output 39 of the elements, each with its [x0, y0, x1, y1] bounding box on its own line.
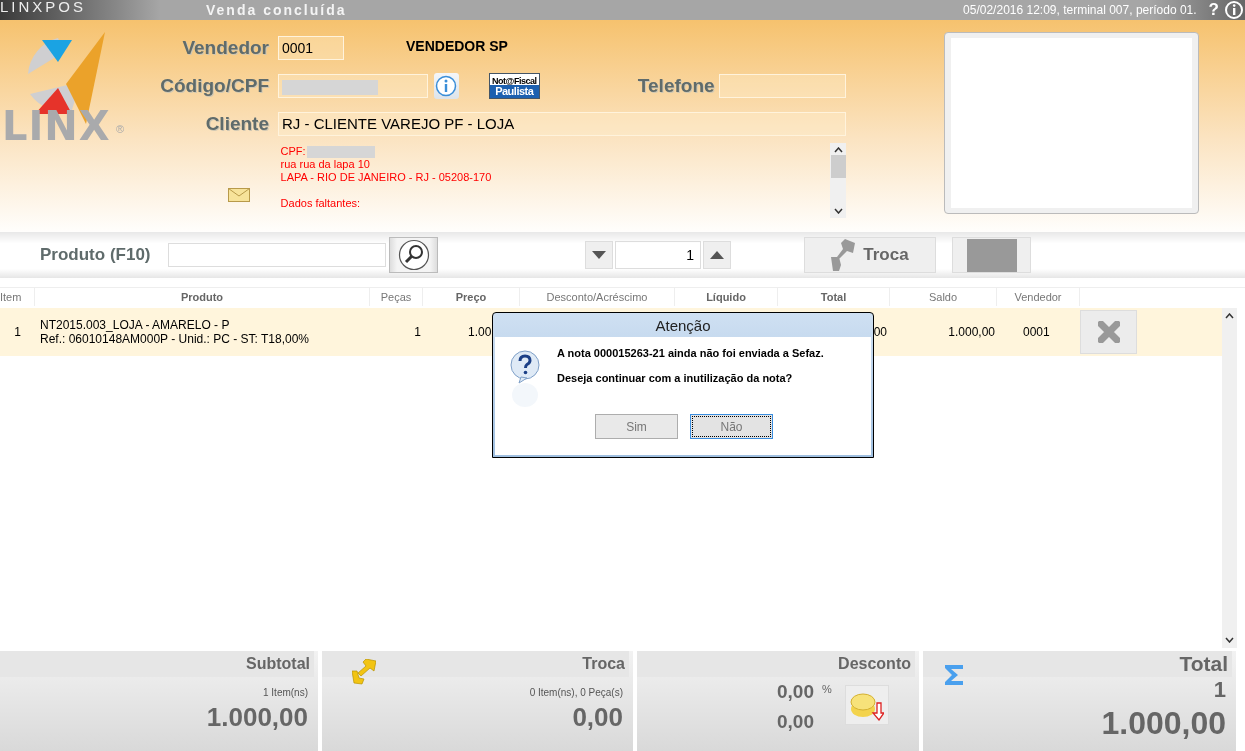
table-cell: 1: [414, 325, 421, 339]
status-text: 05/02/2016 12:09, terminal 007, período 01.: [963, 3, 1197, 17]
table-cell: 1.000,00: [948, 325, 995, 339]
seller-name: VENDEDOR SP: [406, 38, 508, 54]
item-count: 0 Item(ns), 0 Peça(s): [529, 687, 623, 698]
field-label: Vendedor: [181, 36, 270, 60]
customer-info-line: rua rua da lapa 10: [280, 158, 370, 170]
product-label: Produto (F10): [40, 245, 152, 265]
panel-title: Total: [1179, 652, 1228, 676]
table-cell: 00: [873, 325, 887, 339]
troca-value: 0,00: [572, 702, 623, 733]
dialog-message: Deseja continuar com a inutilização da nota?: [557, 372, 793, 384]
dialog-message: A nota 000015263-21 ainda não foi enviada a Sefaz.: [557, 347, 824, 359]
field-label: Telefone: [637, 75, 715, 97]
item-count: 1 Item(ns): [263, 687, 308, 698]
percent-sign: %: [822, 683, 832, 697]
customer-info-line: CPF:: [280, 145, 306, 157]
table-cell: NT2015.003_LOJA - AMARELO - P: [40, 318, 230, 332]
window-title: Venda concluída: [206, 2, 347, 18]
subtotal-value: 1.000,00: [206, 702, 308, 733]
panel-title: Subtotal: [246, 655, 310, 673]
registered-mark: ®: [116, 123, 125, 135]
total-value: 1.000,00: [1101, 705, 1226, 742]
customer-info-line: Dados faltantes:: [280, 197, 361, 209]
table-cell: 0001: [1023, 325, 1050, 339]
table-cell: 1: [14, 325, 21, 339]
panel-title: Desconto: [838, 655, 911, 673]
table-cell: 1.00: [468, 325, 492, 339]
brand-name: LINXPOS: [0, 0, 88, 17]
panel-title: Troca: [582, 655, 625, 673]
item-count: 1: [1213, 677, 1226, 703]
discount-percent: 0,00: [776, 681, 814, 703]
field-label: Cliente: [204, 112, 270, 136]
customer-info-line: LAPA - RIO DE JANEIRO - RJ - 05208-170: [280, 171, 492, 183]
discount-value: 0,00: [776, 711, 814, 733]
table-cell: Ref.: 06010148AM000P - Unid.: PC - ST: T18,00%: [40, 332, 310, 346]
logo-text: LINX: [2, 103, 111, 149]
dialog-title: Atenção: [654, 316, 712, 336]
field-label: Código/CPF: [160, 74, 270, 98]
